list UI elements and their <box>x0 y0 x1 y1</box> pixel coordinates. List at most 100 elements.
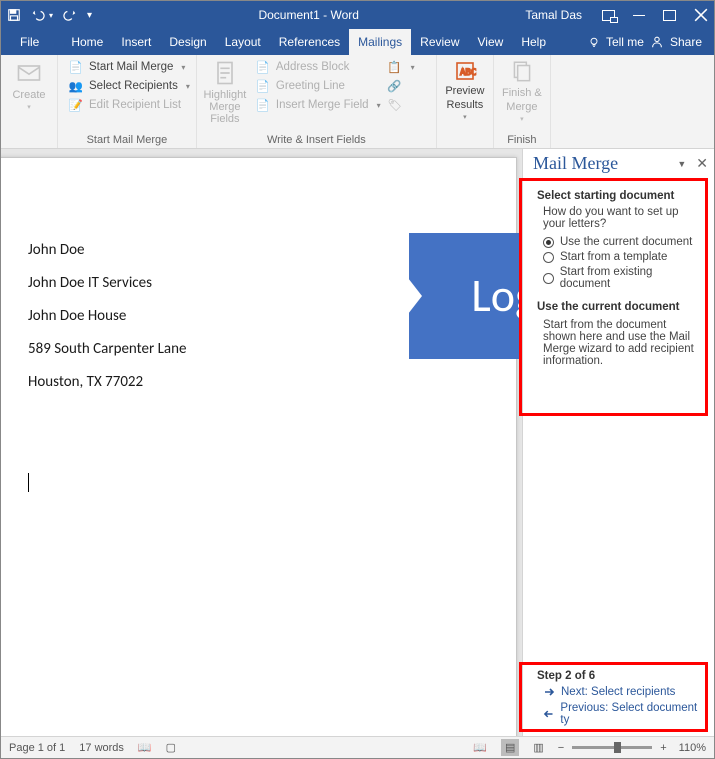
rules-icon: 📋 <box>387 59 403 75</box>
edit-recipient-list-button: 📝Edit Recipient List <box>68 97 190 113</box>
minimize-button[interactable] <box>633 15 645 16</box>
dropdown-icon: ▾ <box>411 63 415 72</box>
document-page[interactable]: John Doe John Doe IT Services John Doe H… <box>1 157 517 736</box>
tab-references[interactable]: References <box>270 29 349 55</box>
create-button: Create ▾ <box>7 59 51 111</box>
finish-icon <box>509 59 535 85</box>
next-step-link[interactable]: Next: Select recipients <box>543 686 702 698</box>
tab-file[interactable]: File <box>11 29 48 55</box>
undo-dropdown-icon[interactable]: ▾ <box>49 11 53 20</box>
spell-check-icon[interactable]: 📖 <box>138 741 152 754</box>
ribbon: Create ▾ 📄Start Mail Merge▾ 👥Select Reci… <box>1 55 714 149</box>
tab-share[interactable]: Share <box>670 35 702 49</box>
doc-line: John Doe House <box>28 300 186 333</box>
rules-button: 📋▾ <box>387 59 415 75</box>
doc-line: 589 South Carpenter Lane <box>28 333 186 366</box>
mail-merge-icon: 📄 <box>68 59 84 75</box>
page-indicator[interactable]: Page 1 of 1 <box>9 742 65 754</box>
zoom-out-button[interactable]: − <box>558 742 564 754</box>
save-icon[interactable] <box>7 8 21 22</box>
start-mail-merge-button[interactable]: 📄Start Mail Merge▾ <box>68 59 190 75</box>
radio-icon <box>543 273 554 284</box>
envelope-icon <box>15 59 43 87</box>
dropdown-icon: ▾ <box>186 82 190 91</box>
zoom-in-button[interactable]: + <box>660 742 666 754</box>
web-layout-icon[interactable]: ▥ <box>533 741 543 754</box>
display-options-icon[interactable] <box>602 10 615 21</box>
ribbon-tabs: File Home Insert Design Layout Reference… <box>1 29 714 55</box>
user-name[interactable]: Tamal Das <box>525 8 582 22</box>
edit-list-icon: 📝 <box>68 97 84 113</box>
section-question: How do you want to set up your letters? <box>543 206 702 230</box>
tab-tellme[interactable]: Tell me <box>606 35 644 49</box>
dropdown-icon: ▾ <box>181 63 185 72</box>
logo-shape[interactable]: Log <box>409 233 522 359</box>
undo-icon[interactable] <box>31 8 45 22</box>
greeting-line-button: 📄Greeting Line <box>255 78 381 94</box>
title-bar: ▾ ▾ Document1 - Word Tamal Das <box>1 1 714 29</box>
address-icon: 📄 <box>255 59 271 75</box>
close-button[interactable] <box>694 8 708 22</box>
workspace: John Doe John Doe IT Services John Doe H… <box>1 149 714 736</box>
preview-results-button[interactable]: ABC Preview Results ▾ <box>443 59 487 121</box>
radio-icon <box>543 237 554 248</box>
tab-insert[interactable]: Insert <box>112 29 160 55</box>
document-pane[interactable]: John Doe John Doe IT Services John Doe H… <box>1 149 522 736</box>
arrow-right-icon <box>543 686 555 698</box>
section-heading: Select starting document <box>537 190 674 202</box>
recipients-icon: 👥 <box>68 78 84 94</box>
address-block-button: 📄Address Block <box>255 59 381 75</box>
preview-icon: ABC <box>453 59 477 83</box>
tab-home[interactable]: Home <box>62 29 112 55</box>
close-icon[interactable]: ✕ <box>696 155 708 172</box>
finish-merge-button: Finish & Merge ▾ <box>500 59 544 123</box>
group-label: Write & Insert Fields <box>203 132 430 146</box>
select-recipients-button[interactable]: 👥Select Recipients▾ <box>68 78 190 94</box>
mail-merge-task-pane: Mail Merge ▼ ✕ Select starting document … <box>522 149 714 736</box>
tab-design[interactable]: Design <box>160 29 215 55</box>
radio-icon <box>543 252 554 263</box>
match-icon: 🔗 <box>387 78 403 94</box>
lightbulb-icon <box>588 36 600 48</box>
taskpane-title: Mail Merge <box>533 153 677 174</box>
step-indicator: Step 2 of 6 <box>537 670 595 682</box>
labels-icon: 🏷 <box>387 97 403 113</box>
radio-use-current[interactable]: Use the current document <box>543 236 702 248</box>
document-icon <box>211 59 239 87</box>
group-label: Finish <box>500 132 544 146</box>
doc-line: John Doe <box>28 234 186 267</box>
print-layout-icon[interactable]: ▤ <box>501 739 519 756</box>
update-labels-button: 🏷 <box>387 97 415 113</box>
zoom-level[interactable]: 110% <box>679 742 706 754</box>
tab-review[interactable]: Review <box>411 29 468 55</box>
share-icon <box>650 35 664 49</box>
merge-field-icon: 📄 <box>255 97 271 113</box>
text-cursor <box>28 473 29 492</box>
tab-layout[interactable]: Layout <box>216 29 270 55</box>
maximize-button[interactable] <box>663 10 676 21</box>
match-fields-button: 🔗 <box>387 78 415 94</box>
zoom-knob[interactable] <box>614 742 621 753</box>
tab-help[interactable]: Help <box>512 29 555 55</box>
subsection-heading: Use the current document <box>537 301 680 313</box>
taskpane-menu-icon[interactable]: ▼ <box>677 159 686 169</box>
radio-from-template[interactable]: Start from a template <box>543 251 702 263</box>
read-mode-icon[interactable]: 📖 <box>473 741 487 754</box>
greeting-icon: 📄 <box>255 78 271 94</box>
group-label: Start Mail Merge <box>64 132 190 146</box>
window-title: Document1 - Word <box>92 8 525 22</box>
highlight-merge-fields-button: Highlight Merge Fields <box>203 59 247 125</box>
radio-from-existing[interactable]: Start from existing document <box>543 266 702 290</box>
word-count[interactable]: 17 words <box>79 742 124 754</box>
redo-icon[interactable] <box>63 8 77 22</box>
insert-merge-field-button: 📄Insert Merge Field▾ <box>255 97 381 113</box>
tab-mailings[interactable]: Mailings <box>349 29 411 55</box>
subsection-description: Start from the document shown here and u… <box>543 319 702 367</box>
doc-line: John Doe IT Services <box>28 267 186 300</box>
zoom-slider[interactable] <box>572 746 652 749</box>
document-body[interactable]: John Doe John Doe IT Services John Doe H… <box>28 234 186 399</box>
previous-step-link[interactable]: Previous: Select document ty <box>543 702 702 726</box>
svg-text:ABC: ABC <box>460 68 476 78</box>
tab-view[interactable]: View <box>469 29 513 55</box>
macro-icon[interactable]: ▢ <box>166 741 176 754</box>
